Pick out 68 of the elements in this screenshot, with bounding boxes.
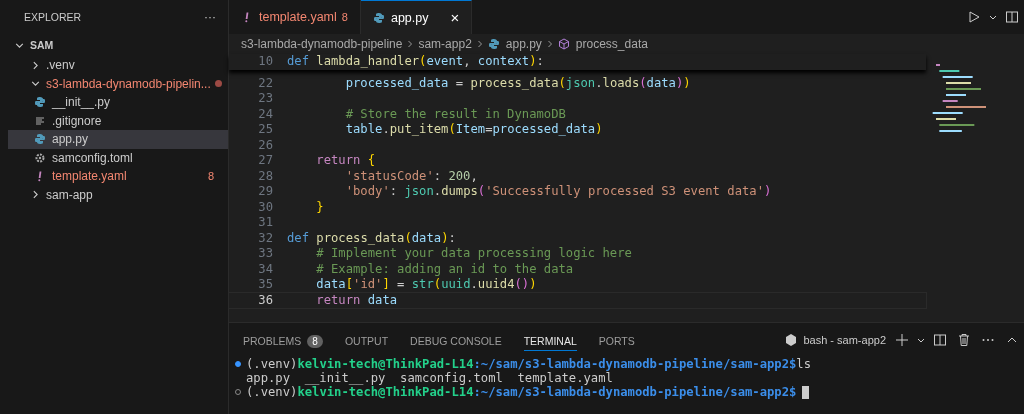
code-line: # Example: adding an id to the data (315, 261, 574, 277)
more-actions-button[interactable]: ··· (202, 10, 218, 24)
breadcrumb-item[interactable]: app.py (487, 37, 542, 51)
line-number: 23 (257, 91, 274, 107)
code-line: } (315, 199, 324, 215)
python-file-icon (34, 96, 46, 109)
cube-icon (557, 38, 570, 50)
line-number: 26 (257, 137, 274, 153)
code-line: # Implement your data processing logic here (315, 246, 632, 262)
tree-item[interactable]: SAM (8, 34, 228, 56)
plus-icon[interactable] (895, 333, 909, 347)
code-line: data['id'] = str(uuid.uuid4()) (315, 277, 537, 293)
tree-item[interactable]: __init__.py (8, 93, 228, 112)
line-number: 27 (257, 153, 274, 169)
tree-item[interactable]: template.yaml 8 (8, 167, 228, 186)
lines-file-icon (34, 114, 46, 127)
code-line: 'statusCode': 200, (344, 168, 478, 184)
line-number: 36 (257, 292, 274, 308)
panel-tab[interactable]: OUTPUT (344, 329, 389, 351)
tree-item[interactable]: s3-lambda-dynamodb-pipelin... (8, 74, 228, 93)
tree-item[interactable]: samconfig.toml (8, 148, 228, 167)
run-icon[interactable] (967, 10, 981, 24)
breadcrumb-item[interactable]: sam-app2 (418, 37, 472, 51)
tree-item[interactable]: sam-app (8, 185, 228, 204)
code-line: return { (315, 153, 376, 169)
python-file-icon (372, 11, 385, 24)
panel-tab[interactable]: PORTS (598, 329, 635, 351)
line-number: 25 (257, 122, 274, 138)
line-number: 31 (257, 215, 274, 231)
panel-tab[interactable]: PROBLEMS 8 (243, 328, 323, 352)
line-number: 28 (257, 168, 274, 184)
code-line: def process_data(data): (287, 230, 456, 246)
terminal-icon (784, 333, 799, 347)
code-line: # Store the result in DynamoDB (344, 106, 566, 122)
line-number: 22 (257, 75, 274, 91)
terminal-line: (.venv)kelvin-tech@ThinkPad-L14:~/sam/s3-lambda-dynamodb-pipeline/sam-app2$ (246, 385, 797, 399)
editor-tab[interactable]: app.py × (360, 0, 473, 34)
breadcrumb-item[interactable]: process_data (557, 37, 648, 51)
line-number: 32 (257, 230, 274, 246)
terminal-output: app.py __init__.py samconfig.toml template.yaml (246, 371, 613, 385)
line-number: 35 (257, 277, 274, 293)
gear-icon (34, 151, 46, 164)
code-line: return data (315, 292, 398, 308)
line-number: 33 (257, 246, 274, 262)
code-line: 'body': json.dumps('Successfully processed S3 event data') (344, 184, 772, 200)
split-editor-icon[interactable] (1005, 10, 1019, 24)
line-number: 24 (257, 106, 274, 122)
tree-item[interactable]: .venv (8, 56, 228, 75)
line-number: 10 (257, 54, 274, 70)
code-line: table.put_item(Item=processed_data) (344, 122, 603, 138)
python-file-icon (34, 133, 46, 146)
python-file-icon (487, 38, 500, 50)
panel-tab[interactable]: TERMINAL (523, 329, 577, 351)
line-number: 34 (257, 261, 274, 277)
tree-item[interactable]: app.py (8, 130, 228, 149)
sidebar-title: EXPLORER (24, 11, 82, 23)
line-number: 30 (257, 199, 274, 215)
panel-tab[interactable]: DEBUG CONSOLE (410, 329, 502, 351)
tree-item[interactable]: .gitignore (8, 111, 228, 130)
terminal-name[interactable]: bash - sam-app2 (803, 334, 886, 346)
line-number: 29 (257, 184, 274, 200)
breadcrumb-item[interactable]: s3-lambda-dynamodb-pipeline (241, 37, 403, 51)
split-terminal-icon[interactable] (933, 333, 947, 347)
problem-count: 8 (207, 170, 214, 183)
code-line: def lambda_handler(event, context): (287, 54, 544, 70)
terminal-line: (.venv)kelvin-tech@ThinkPad-L14:~/sam/s3-lambda-dynamodb-pipeline/sam-app2$ls (246, 357, 812, 371)
trash-icon[interactable] (957, 333, 971, 347)
code-line: processed_data = process_data(json.loads(data)) (344, 75, 691, 91)
